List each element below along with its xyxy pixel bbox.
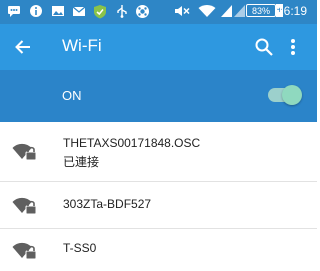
image-icon — [52, 6, 64, 16]
network-item[interactable]: THETAXS00171848.OSC 已連接 — [0, 122, 317, 181]
info-icon — [30, 5, 42, 17]
network-status: 已連接 — [63, 155, 100, 169]
status-bar: 83% + 16:19 — [0, 0, 317, 24]
wifi-switch-label: ON — [62, 88, 82, 103]
mute-icon — [175, 6, 190, 16]
battery-indicator: 83% + — [246, 4, 283, 17]
app-bar: Wi-Fi — [0, 24, 317, 70]
network-item[interactable]: 303ZTa-BDF527 — [0, 182, 317, 228]
wifi-toggle[interactable] — [268, 85, 302, 105]
wifi-icon — [198, 5, 216, 17]
search-icon[interactable] — [254, 37, 274, 57]
app-icon — [136, 5, 149, 18]
signal-icon — [221, 5, 232, 17]
battery-level: 83% — [251, 6, 270, 16]
page-title: Wi-Fi — [62, 36, 102, 55]
network-name: T-SS0 — [63, 241, 97, 255]
arrow-back-icon[interactable] — [14, 38, 32, 56]
signal-icon — [234, 5, 245, 17]
shield-icon — [94, 5, 106, 19]
wifi-switch-bar[interactable]: ON — [0, 70, 317, 122]
toggle-thumb — [282, 85, 302, 105]
wifi-lock-icon — [12, 242, 37, 260]
wifi-lock-icon — [12, 197, 37, 215]
sms-icon — [8, 6, 20, 17]
wifi-lock-icon — [12, 143, 37, 161]
network-name: THETAXS00171848.OSC — [63, 136, 201, 150]
usb-icon — [117, 5, 127, 18]
more-vert-icon[interactable] — [288, 37, 298, 57]
network-name: 303ZTa-BDF527 — [63, 197, 152, 211]
network-item[interactable]: T-SS0 — [0, 229, 317, 271]
clock: 16:19 — [276, 4, 307, 18]
mail-icon — [72, 6, 86, 16]
